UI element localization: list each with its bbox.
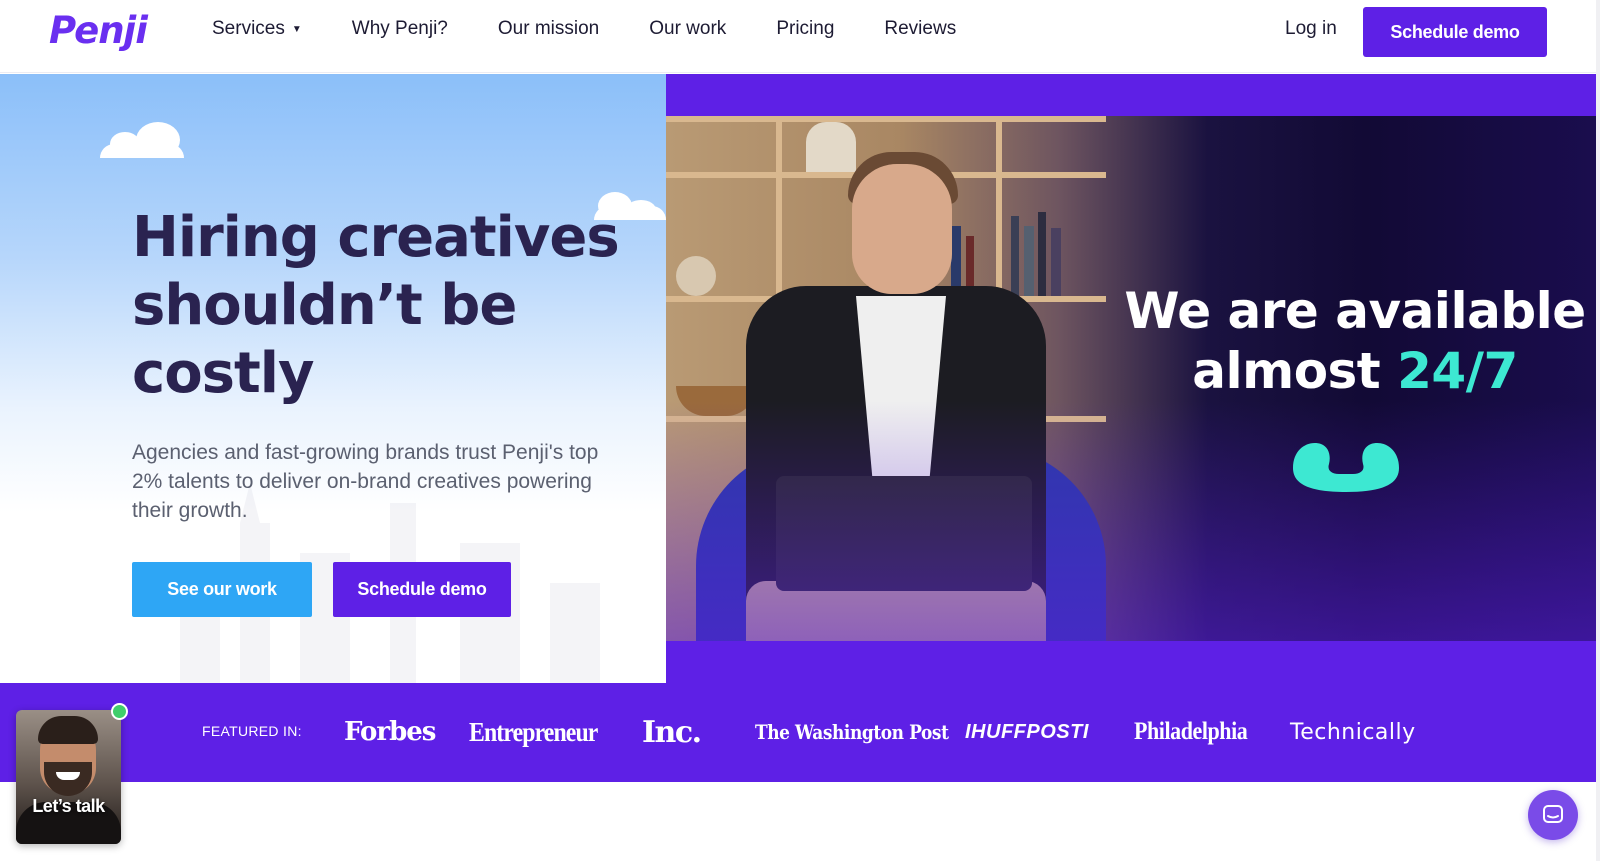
agent-hair: [38, 716, 98, 744]
nav-item-our-work[interactable]: Our work: [649, 18, 726, 40]
book: [1051, 228, 1061, 296]
bookshelf: [666, 116, 1106, 122]
hero-section: Hiring creatives shouldn’t be costly Age…: [0, 74, 666, 683]
featured-in-bar: FEATURED IN: Forbes Entrepreneur Inc. Th…: [0, 683, 1600, 782]
page-scrollbar[interactable]: [1596, 0, 1600, 861]
hero-schedule-demo-button[interactable]: Schedule demo: [333, 562, 511, 617]
video-panel: We are available almost 24/7: [666, 74, 1600, 683]
chat-launcher-button[interactable]: [1528, 790, 1578, 840]
vase: [676, 256, 716, 296]
philadelphia-logo: Philadelphia: [1134, 718, 1248, 745]
book: [1024, 226, 1034, 296]
caret-down-icon: ▼: [291, 23, 302, 35]
entrepreneur-logo: Entrepreneur: [469, 716, 598, 747]
washington-post-logo: The Washington Post: [755, 720, 949, 744]
lets-talk-label: Let’s talk: [32, 796, 105, 816]
inc-logo: Inc.: [642, 714, 702, 750]
phone-icon: [1293, 443, 1399, 492]
nav-item-why-penji[interactable]: Why Penji?: [352, 18, 448, 40]
availability-line-2: almost 24/7: [1118, 341, 1592, 401]
nav-item-pricing[interactable]: Pricing: [776, 18, 834, 40]
lets-talk-video-widget[interactable]: Let’s talk: [16, 710, 121, 844]
chat-bubble-icon: [1543, 805, 1563, 823]
login-link[interactable]: Log in: [1285, 18, 1337, 40]
nav-item-our-mission[interactable]: Our mission: [498, 18, 599, 40]
hero-title: Hiring creatives shouldn’t be costly: [132, 205, 620, 406]
person-head: [852, 164, 952, 294]
nav-item-label: Services: [212, 18, 285, 39]
online-status-dot: [111, 703, 128, 720]
book: [1011, 216, 1019, 296]
availability-highlight: 24/7: [1397, 342, 1518, 400]
cloud-decoration: [100, 122, 184, 158]
video-overlay: [666, 401, 1600, 641]
availability-prefix: almost: [1192, 342, 1398, 400]
nav-item-reviews[interactable]: Reviews: [884, 18, 956, 40]
book: [1038, 212, 1046, 296]
penji-logo[interactable]: Penji: [49, 9, 148, 52]
nav-schedule-demo-button[interactable]: Schedule demo: [1363, 7, 1547, 57]
forbes-logo: Forbes: [344, 717, 436, 747]
nav-item-services[interactable]: Services ▼: [212, 18, 302, 40]
vase: [806, 122, 856, 172]
hero-subtitle: Agencies and fast-growing brands trust P…: [132, 441, 599, 522]
technically-logo: Technically: [1290, 719, 1416, 745]
availability-line-1: We are available: [1124, 282, 1586, 340]
main-menu: Services ▼ Why Penji? Our mission Our wo…: [212, 18, 1006, 40]
see-our-work-button[interactable]: See our work: [132, 562, 312, 617]
promo-video[interactable]: We are available almost 24/7: [666, 116, 1600, 641]
top-navigation: Penji Services ▼ Why Penji? Our mission …: [0, 0, 1600, 73]
featured-label: FEATURED IN:: [202, 723, 302, 739]
huffpost-logo: IHUFFPOSTI: [965, 720, 1089, 743]
availability-headline: We are available almost 24/7: [1118, 281, 1592, 401]
